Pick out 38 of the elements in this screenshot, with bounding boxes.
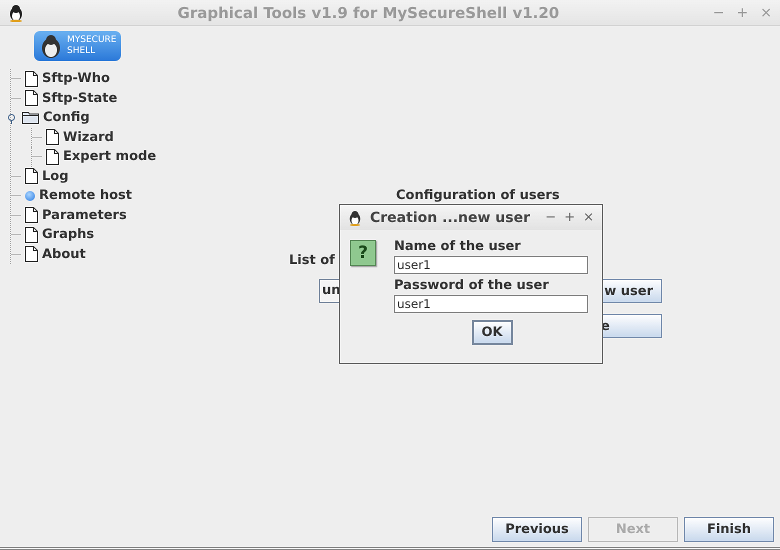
window-control[interactable]: × [583,210,594,225]
document-icon [25,246,38,262]
penguin-icon [348,210,362,226]
document-icon [25,226,38,243]
wizard-button[interactable]: Previous [492,517,582,542]
document-icon [46,129,59,146]
list-label: List of [289,253,335,268]
window-control[interactable]: + [564,210,576,225]
folder-icon [22,111,39,124]
window-control[interactable]: − [545,210,556,225]
tree-item[interactable]: Expert mode [63,149,156,164]
document-icon [25,168,38,184]
document-icon [25,207,38,224]
dialog-title: Creation ...new user [370,210,531,226]
penguin-icon [8,4,24,22]
wizard-button[interactable]: Finish [684,517,774,542]
input-field[interactable]: user1 [394,256,588,274]
tree-item[interactable]: Remote host [39,188,132,204]
panel-title: Configuration of users [396,188,560,203]
tree-item[interactable]: Config [43,110,90,126]
input-field[interactable]: user1 [394,295,588,313]
tree-item[interactable]: Sftp-State [42,90,118,106]
window-title: Graphical Tools v1.9 for MySecureShell v1.20 [176,4,560,22]
field-label: Password of the user [394,277,550,295]
tree-item[interactable]: Log [42,168,69,184]
bullet-icon [25,190,35,201]
question-icon: ? [350,240,376,266]
ok-button[interactable]: OK [472,320,512,345]
document-icon [25,90,38,106]
tree-item[interactable]: Wizard [63,130,114,145]
tree-item[interactable]: Graphs [42,227,94,242]
logo: MYSECURE SHELL [34,31,121,61]
document-icon [46,148,59,165]
field-label: Name of the user [394,238,522,256]
document-icon [25,70,38,87]
tree-item[interactable]: Parameters [42,208,127,223]
tree-item[interactable]: Sftp-Who [42,71,110,86]
tree-item[interactable]: About [42,246,86,262]
